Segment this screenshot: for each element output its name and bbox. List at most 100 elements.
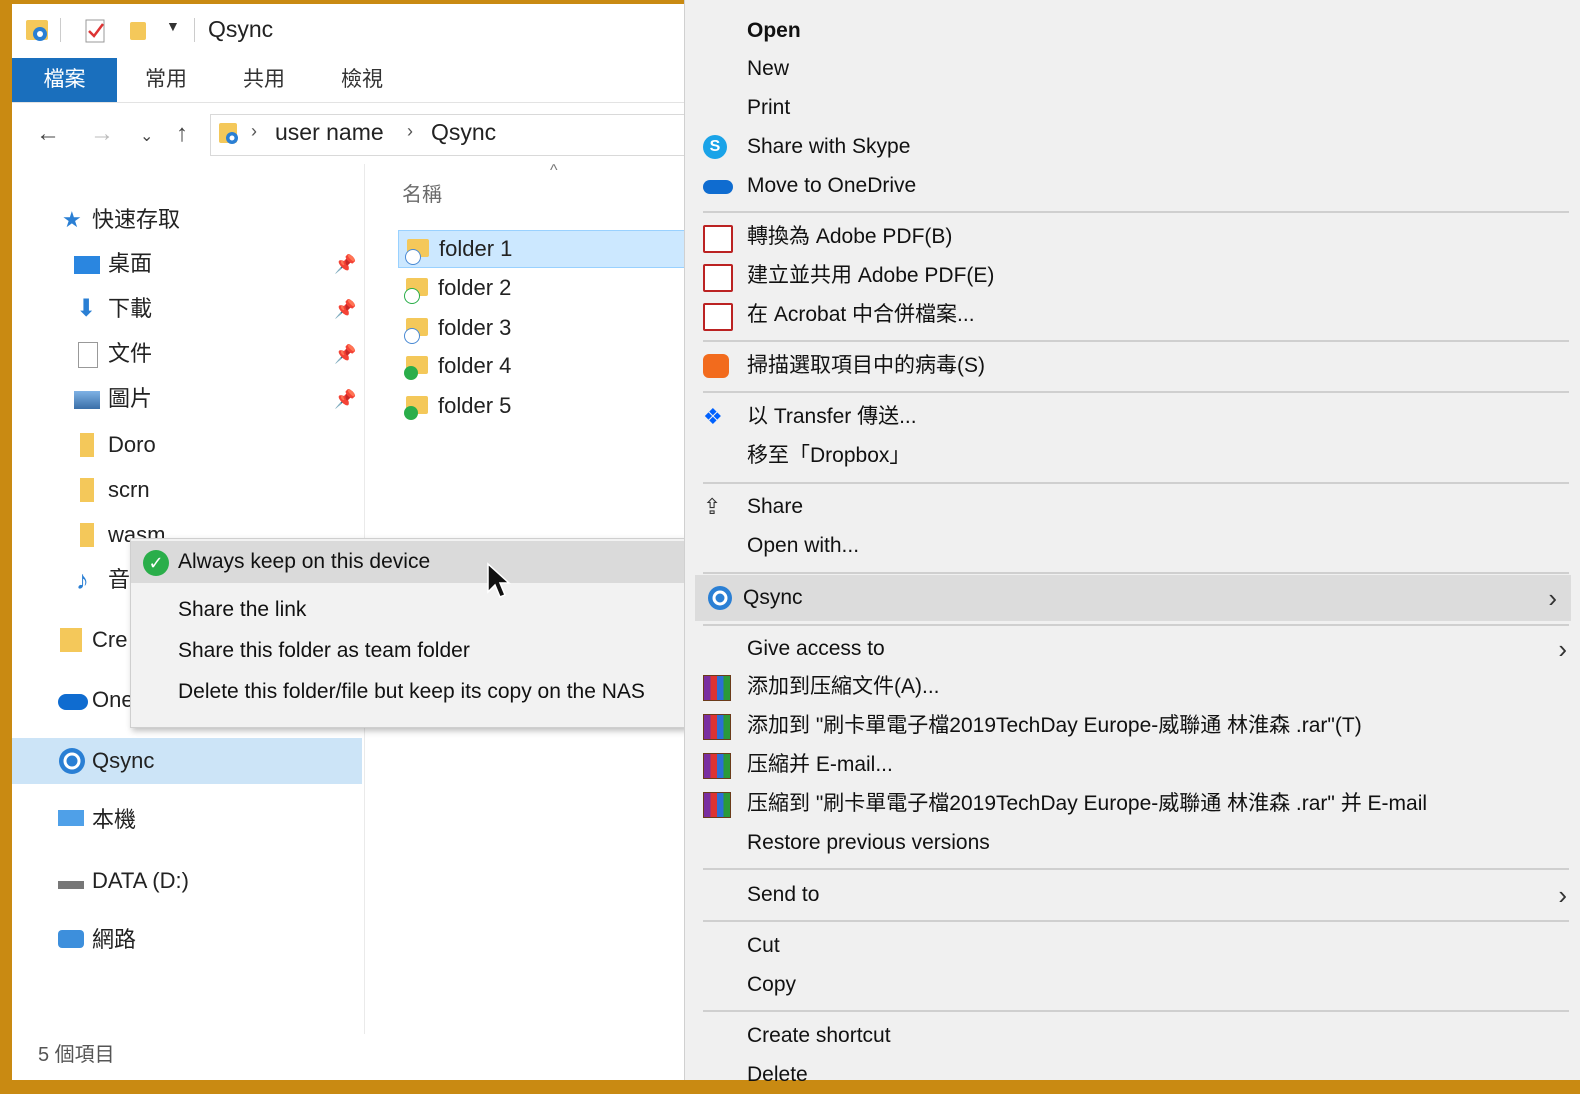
menu-item-restore-versions[interactable]: Restore previous versions	[685, 824, 1580, 862]
menu-item-move-onedrive[interactable]: Move to OneDrive	[685, 167, 1580, 205]
nav-item-pictures[interactable]: 圖片	[74, 379, 374, 419]
forward-arrow-icon[interactable]: →	[90, 120, 114, 148]
breadcrumb-username[interactable]: user name	[275, 119, 384, 146]
cloud-status-icon	[404, 328, 420, 344]
file-row[interactable]: folder 4	[398, 348, 692, 384]
menu-item-print[interactable]: Print	[685, 89, 1580, 127]
status-item-count: 5 個項目	[38, 1044, 115, 1066]
chevron-right-icon: ›	[1558, 634, 1567, 664]
pin-icon[interactable]: 📌	[334, 299, 356, 320]
new-folder-icon[interactable]	[128, 18, 150, 42]
file-row[interactable]: folder 2	[398, 270, 692, 306]
nav-item-documents[interactable]: 文件	[74, 334, 374, 374]
qsync-icon	[59, 748, 85, 774]
menu-item-winrar-add-named[interactable]: 添加到 "刷卡單電子檔2019TechDay Europe-威聯通 林淮森 .r…	[685, 707, 1580, 745]
winrar-icon	[703, 792, 731, 818]
breadcrumb-qsync[interactable]: Qsync	[431, 119, 496, 146]
pin-icon[interactable]: 📌	[334, 389, 356, 410]
menu-item-label: Copy	[747, 973, 797, 996]
menu-item-delete[interactable]: Delete	[685, 1056, 1580, 1094]
tab-home[interactable]: 常用	[124, 58, 208, 102]
recent-locations-chevron-icon[interactable]: ⌄	[140, 126, 153, 146]
nav-item-desktop[interactable]: 桌面	[74, 244, 374, 284]
qsync-folder-icon	[219, 123, 238, 144]
menu-item-winrar-add[interactable]: 添加到压縮文件(A)...	[685, 668, 1580, 706]
menu-item-share-team-folder[interactable]: Share this folder as team folder	[131, 630, 687, 672]
menu-item-label: 掃描選取項目中的病毒(S)	[747, 354, 985, 377]
nav-item-label: 桌面	[108, 251, 153, 276]
menu-separator	[703, 868, 1569, 870]
menu-item-convert-pdf[interactable]: 轉換為 Adobe PDF(B)	[685, 218, 1580, 256]
menu-item-create-share-pdf[interactable]: 建立並共用 Adobe PDF(E)	[685, 257, 1580, 295]
pin-icon[interactable]: 📌	[334, 344, 356, 365]
menu-item-qsync[interactable]: Qsync ›	[695, 575, 1571, 621]
creative-cloud-folder-icon	[60, 628, 82, 652]
tab-file[interactable]: 檔案	[12, 58, 117, 102]
context-menu: Open New Print S Share with Skype Move t…	[684, 0, 1580, 1086]
folder-icon	[80, 433, 94, 457]
menu-item-always-keep[interactable]: ✓ Always keep on this device	[131, 541, 687, 583]
winrar-icon	[703, 753, 731, 779]
file-name: folder 3	[438, 315, 512, 340]
menu-item-create-shortcut[interactable]: Create shortcut	[685, 1017, 1580, 1055]
cloud-status-icon	[405, 249, 421, 265]
chevron-right-icon: ›	[1548, 583, 1557, 613]
menu-item-open[interactable]: Open	[685, 12, 1580, 50]
qsync-folder-icon[interactable]	[24, 14, 52, 44]
back-arrow-icon[interactable]: ←	[36, 120, 60, 148]
column-header-name[interactable]: 名稱	[402, 178, 442, 207]
adobe-pdf-share-icon	[703, 264, 733, 292]
menu-separator	[703, 482, 1569, 484]
folder-icon	[80, 478, 94, 502]
menu-item-label: Share	[747, 495, 804, 518]
nav-item-label: 文件	[108, 341, 153, 366]
file-name: folder 2	[438, 275, 512, 300]
address-bar[interactable]: › user name › Qsync	[210, 114, 692, 156]
nav-item-downloads[interactable]: ⬇ 下載	[74, 289, 374, 329]
nav-item-label: scrn	[108, 477, 150, 502]
menu-item-copy[interactable]: Copy	[685, 966, 1580, 1004]
properties-icon[interactable]	[84, 18, 108, 44]
menu-item-open-with[interactable]: Open with...	[685, 527, 1580, 565]
tab-view[interactable]: 檢視	[320, 58, 404, 102]
menu-item-label: Qsync	[743, 586, 803, 609]
file-row[interactable]: folder 1	[398, 230, 692, 268]
menu-item-share[interactable]: ⇪ Share	[685, 488, 1580, 526]
file-row[interactable]: folder 3	[398, 310, 692, 346]
customize-toolbar-chevron-icon[interactable]: ▼	[166, 18, 180, 34]
menu-item-move-dropbox[interactable]: 移至「Dropbox」	[685, 437, 1580, 475]
qsync-icon	[708, 586, 732, 610]
desktop-icon	[74, 256, 100, 274]
menu-item-label: Print	[747, 96, 791, 119]
menu-item-label: 轉換為 Adobe PDF(B)	[747, 225, 953, 248]
menu-item-winrar-email[interactable]: 压縮并 E-mail...	[685, 746, 1580, 784]
file-name: folder 5	[438, 393, 512, 418]
winrar-icon	[703, 714, 731, 740]
menu-item-label: Open with...	[747, 534, 860, 557]
menu-separator	[703, 1010, 1569, 1012]
menu-item-label: Restore previous versions	[747, 831, 990, 854]
winrar-icon	[703, 675, 731, 701]
file-row[interactable]: folder 5	[398, 388, 692, 424]
menu-item-share-link[interactable]: Share the link	[131, 589, 687, 631]
menu-item-cut[interactable]: Cut	[685, 927, 1580, 965]
menu-item-delete-keep-nas[interactable]: Delete this folder/file but keep its cop…	[131, 671, 687, 713]
onedrive-cloud-icon	[58, 694, 88, 710]
tab-share[interactable]: 共用	[222, 58, 306, 102]
menu-item-send-to[interactable]: Send to ›	[685, 876, 1580, 914]
pin-icon[interactable]: 📌	[334, 254, 356, 275]
nav-quick-access-label: 快速存取	[92, 207, 181, 232]
menu-item-winrar-named-email[interactable]: 压縮到 "刷卡單電子檔2019TechDay Europe-威聯通 林淮森 .r…	[685, 785, 1580, 823]
menu-item-new[interactable]: New	[685, 50, 1580, 88]
menu-item-virus-scan[interactable]: 掃描選取項目中的病毒(S)	[685, 347, 1580, 385]
menu-item-give-access[interactable]: Give access to ›	[685, 630, 1580, 668]
menu-item-share-skype[interactable]: S Share with Skype	[685, 128, 1580, 166]
menu-item-dropbox-transfer[interactable]: ❖ 以 Transfer 傳送...	[685, 398, 1580, 436]
menu-item-label: Delete this folder/file but keep its cop…	[178, 680, 645, 703]
menu-item-acrobat-merge[interactable]: 在 Acrobat 中合併檔案...	[685, 296, 1580, 334]
menu-item-label: Cut	[747, 934, 780, 957]
up-arrow-icon[interactable]: ↑	[176, 120, 188, 148]
nav-item-label: 圖片	[108, 386, 153, 411]
nav-item-label: 音	[108, 567, 131, 592]
acrobat-merge-icon	[703, 303, 733, 331]
